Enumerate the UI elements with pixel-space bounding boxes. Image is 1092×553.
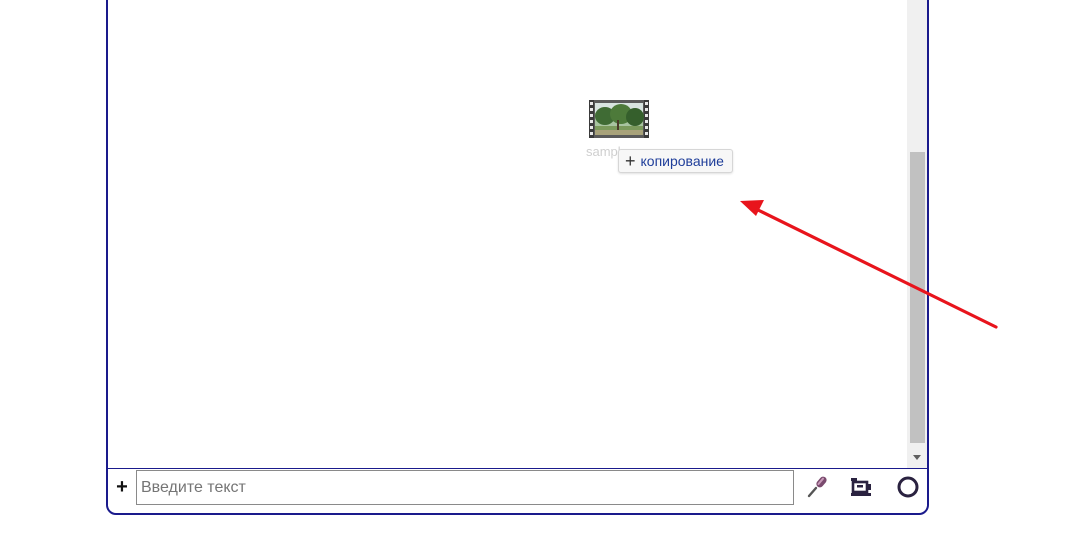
microphone-icon [807, 476, 827, 498]
attach-plus-button[interactable]: + [108, 469, 136, 505]
scroll-down-arrow-icon[interactable] [907, 450, 927, 464]
screen-record-icon [851, 478, 871, 496]
copy-plus-icon: + [625, 151, 636, 171]
drag-copy-tooltip: + копирование [618, 149, 733, 173]
microphone-button[interactable] [803, 472, 833, 502]
drag-action-label: копирование [640, 153, 724, 169]
composer-bar: + [108, 468, 927, 506]
message-area[interactable] [108, 0, 907, 468]
scrollbar-thumb[interactable] [910, 152, 925, 443]
chat-window: + [106, 0, 929, 515]
vertical-scrollbar[interactable] [907, 0, 927, 468]
record-circle-icon [897, 476, 919, 498]
record-circle-button[interactable] [893, 472, 923, 502]
screen-record-button[interactable] [846, 472, 876, 502]
message-input[interactable] [136, 470, 794, 505]
video-file-icon [589, 100, 649, 138]
